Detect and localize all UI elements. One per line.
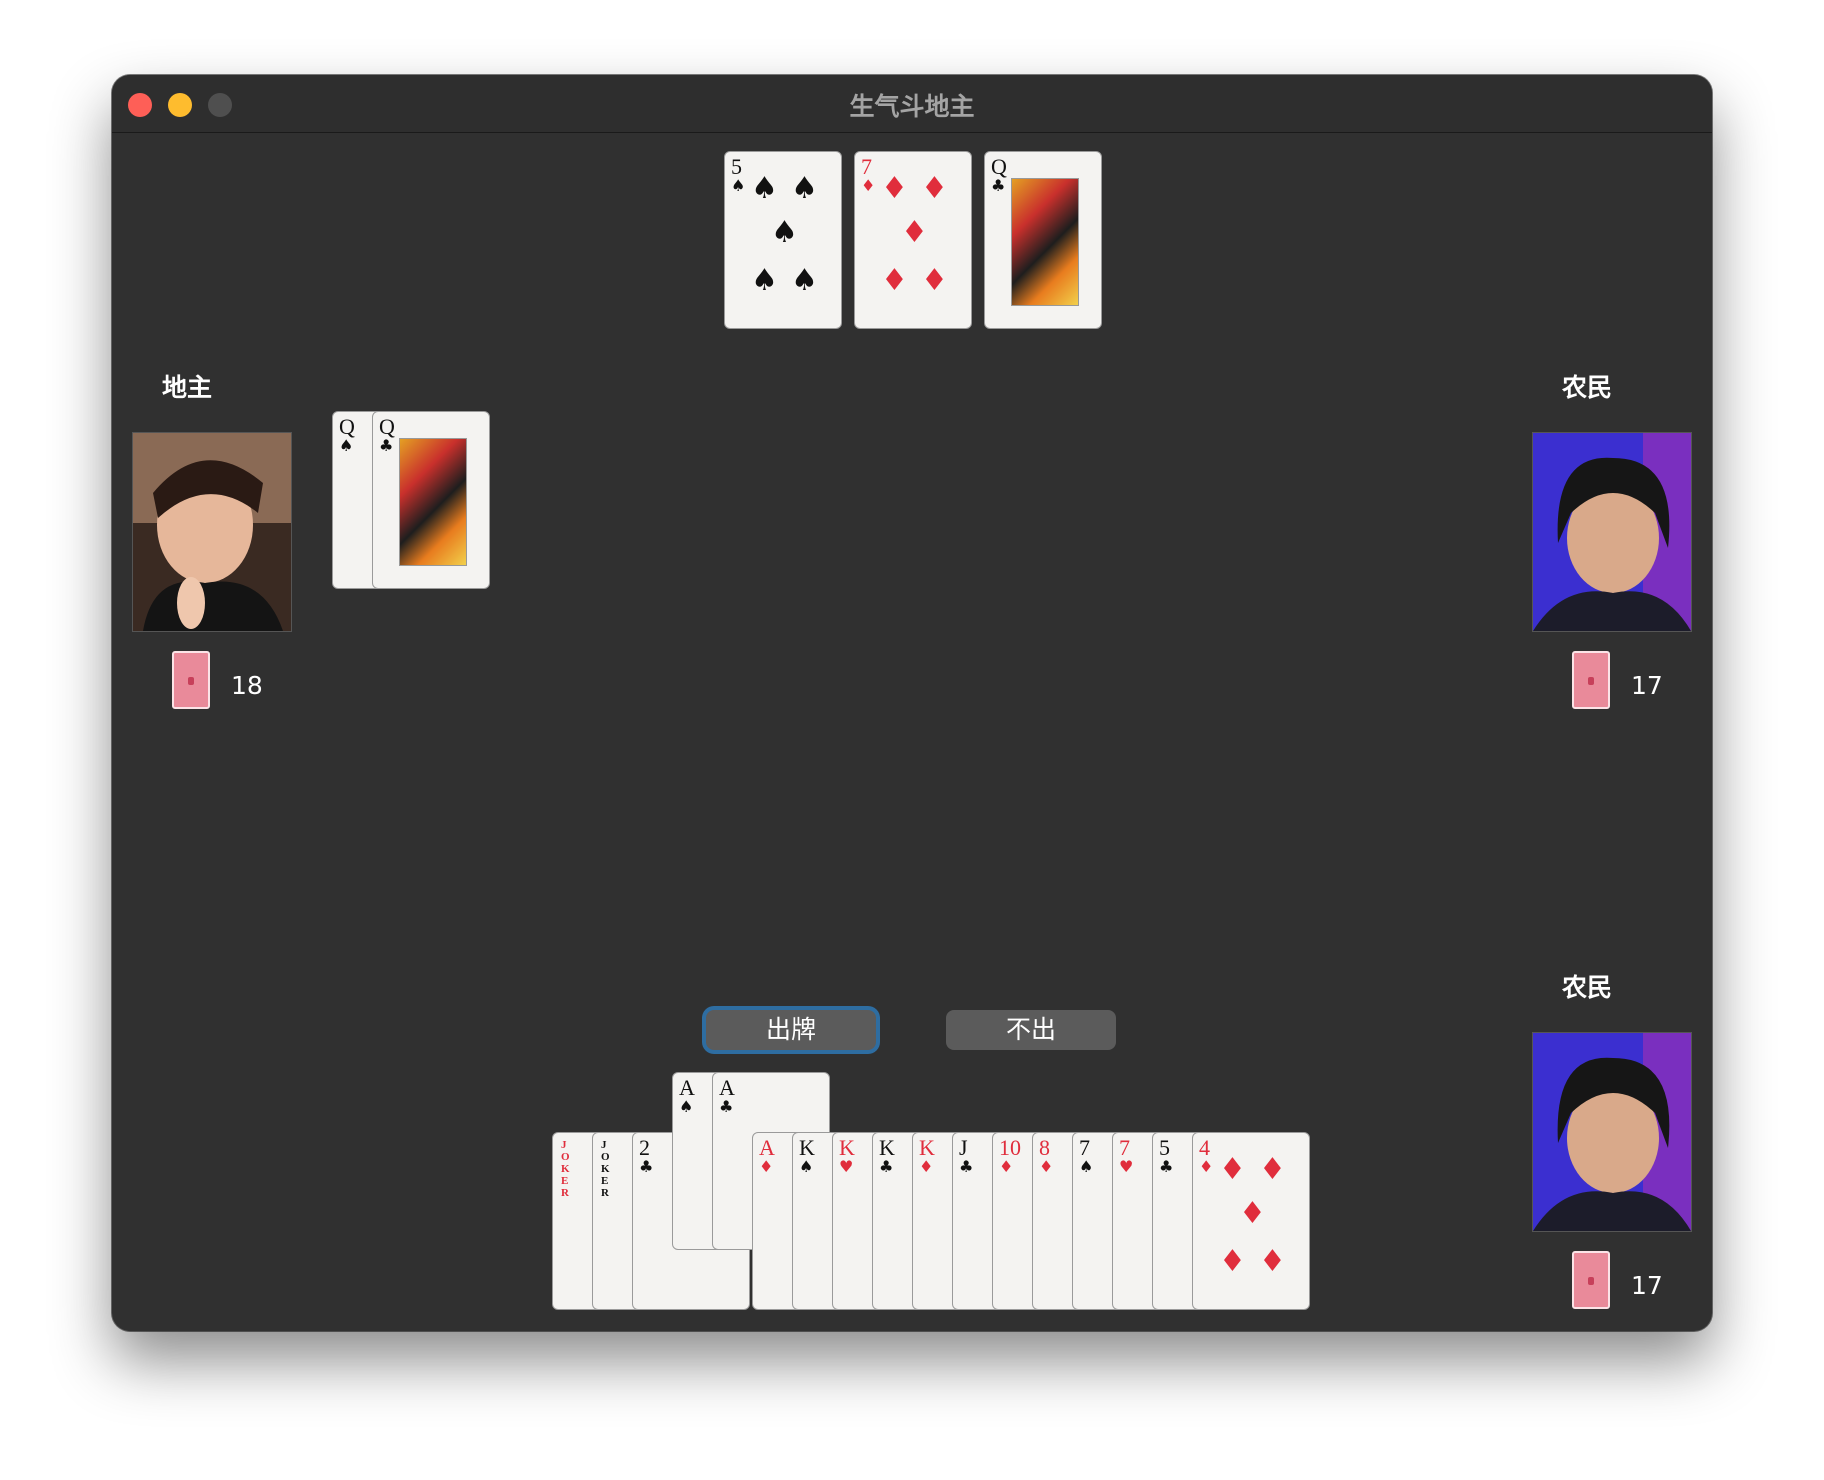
card-pip-icon: ♦ bbox=[1259, 1244, 1286, 1279]
card-rank: K bbox=[879, 1135, 895, 1160]
card-pip-icon: ♦ bbox=[881, 263, 908, 298]
window-title: 生气斗地主 bbox=[849, 92, 975, 121]
card-pip-icon: ♦ bbox=[1219, 1244, 1246, 1279]
card-rank: A bbox=[759, 1135, 775, 1160]
card-rank: 7 bbox=[861, 154, 872, 179]
card-pip-icon: ♦ bbox=[1219, 1152, 1246, 1187]
card-rank: JOKER bbox=[601, 1139, 610, 1199]
card-rank: 7 bbox=[1119, 1135, 1130, 1160]
card-suit-icon: ♦ bbox=[861, 176, 876, 195]
card-pip-icon: ♠ bbox=[791, 263, 818, 298]
card-suit-icon: ♠ bbox=[679, 1097, 694, 1116]
card-pip-icon: ♠ bbox=[751, 263, 778, 298]
court-card-art bbox=[1011, 178, 1079, 306]
card-pip-icon: ♦ bbox=[881, 171, 908, 206]
pass-button[interactable]: 不出 bbox=[946, 1010, 1116, 1050]
farmer-avatar-icon bbox=[1533, 433, 1691, 631]
self-player-card-count: 17 bbox=[1631, 1271, 1663, 1300]
card-rank: J bbox=[959, 1135, 968, 1160]
card-rank: 2 bbox=[639, 1135, 650, 1160]
card-pip-icon: ♠ bbox=[751, 171, 778, 206]
card-suit-icon: ♣ bbox=[959, 1157, 974, 1176]
card-pip-icon: ♦ bbox=[1239, 1196, 1266, 1231]
left-player-role: 地主 bbox=[162, 373, 213, 402]
self-player-role: 农民 bbox=[1562, 973, 1613, 1002]
card-suit-icon: ♣ bbox=[991, 176, 1006, 195]
right-player-card-count: 17 bbox=[1631, 671, 1663, 700]
landlord-avatar-icon bbox=[133, 433, 291, 631]
card-rank: JOKER bbox=[561, 1139, 570, 1199]
card-suit-icon: ♠ bbox=[799, 1157, 814, 1176]
right-player-card-back-icon bbox=[1572, 651, 1610, 709]
court-card-art bbox=[399, 438, 467, 566]
card-pip-icon: ♦ bbox=[1259, 1152, 1286, 1187]
card-rank: 5 bbox=[731, 154, 742, 179]
card-rank: A bbox=[719, 1075, 735, 1100]
right-player-role: 农民 bbox=[1562, 373, 1613, 402]
card-suit-icon: ♠ bbox=[339, 436, 354, 455]
card-rank: Q bbox=[379, 414, 395, 439]
card-rank: 5 bbox=[1159, 1135, 1170, 1160]
card-pip-icon: ♠ bbox=[791, 171, 818, 206]
card-pip-icon: ♠ bbox=[771, 215, 798, 250]
game-window: 生气斗地主 5 ♠ ♠ ♠ ♠ ♠ ♠ 7 ♦ ♦ ♦ ♦ ♦ ♦ Q ♣ 地主 18 Q ♠ Q ♣ 农民 17 … bbox=[112, 75, 1712, 1331]
card-rank: 7 bbox=[1079, 1135, 1090, 1160]
card-pip-icon: ♦ bbox=[901, 215, 928, 250]
card-rank: Q bbox=[991, 154, 1007, 179]
bottom-card: Q ♣ bbox=[984, 151, 1102, 329]
card-rank: K bbox=[799, 1135, 815, 1160]
farmer-avatar-icon bbox=[1533, 1033, 1691, 1231]
card-pip-icon: ♦ bbox=[921, 263, 948, 298]
card-pip-icon: ♦ bbox=[921, 171, 948, 206]
card-suit-icon: ♦ bbox=[999, 1157, 1014, 1176]
left-player-card-count: 18 bbox=[231, 671, 263, 700]
card-suit-icon: ♣ bbox=[639, 1157, 654, 1176]
card-suit-icon: ♥ bbox=[839, 1157, 854, 1176]
title-bar: 生气斗地主 bbox=[112, 75, 1712, 133]
card-suit-icon: ♥ bbox=[1119, 1157, 1134, 1176]
card-suit-icon: ♣ bbox=[879, 1157, 894, 1176]
left-player-avatar bbox=[132, 432, 292, 632]
bottom-card: 5 ♠ ♠ ♠ ♠ ♠ ♠ bbox=[724, 151, 842, 329]
card-suit-icon: ♦ bbox=[919, 1157, 934, 1176]
card-rank: 4 bbox=[1199, 1135, 1210, 1160]
card-rank: K bbox=[839, 1135, 855, 1160]
card-suit-icon: ♦ bbox=[1199, 1157, 1214, 1176]
play-cards-button[interactable]: 出牌 bbox=[706, 1010, 876, 1050]
bottom-card: 7 ♦ ♦ ♦ ♦ ♦ ♦ bbox=[854, 151, 972, 329]
card-rank: 8 bbox=[1039, 1135, 1050, 1160]
left-player-card-back-icon bbox=[172, 651, 210, 709]
card-suit-icon: ♠ bbox=[1079, 1157, 1094, 1176]
card-suit-icon: ♦ bbox=[759, 1157, 774, 1176]
card-suit-icon: ♣ bbox=[379, 436, 394, 455]
self-player-avatar bbox=[1532, 1032, 1692, 1232]
card-rank: 10 bbox=[999, 1135, 1021, 1160]
hand-card[interactable]: 4 ♦ ♦ ♦ ♦ ♦ ♦ bbox=[1192, 1132, 1310, 1310]
card-suit-icon: ♣ bbox=[719, 1097, 734, 1116]
card-rank: Q bbox=[339, 414, 355, 439]
card-suit-icon: ♦ bbox=[1039, 1157, 1054, 1176]
card-rank: K bbox=[919, 1135, 935, 1160]
card-rank: A bbox=[679, 1075, 695, 1100]
card-suit-icon: ♠ bbox=[731, 176, 746, 195]
self-player-card-back-icon bbox=[1572, 1251, 1610, 1309]
played-card: Q ♣ bbox=[372, 411, 490, 589]
card-suit-icon: ♣ bbox=[1159, 1157, 1174, 1176]
right-player-avatar bbox=[1532, 432, 1692, 632]
